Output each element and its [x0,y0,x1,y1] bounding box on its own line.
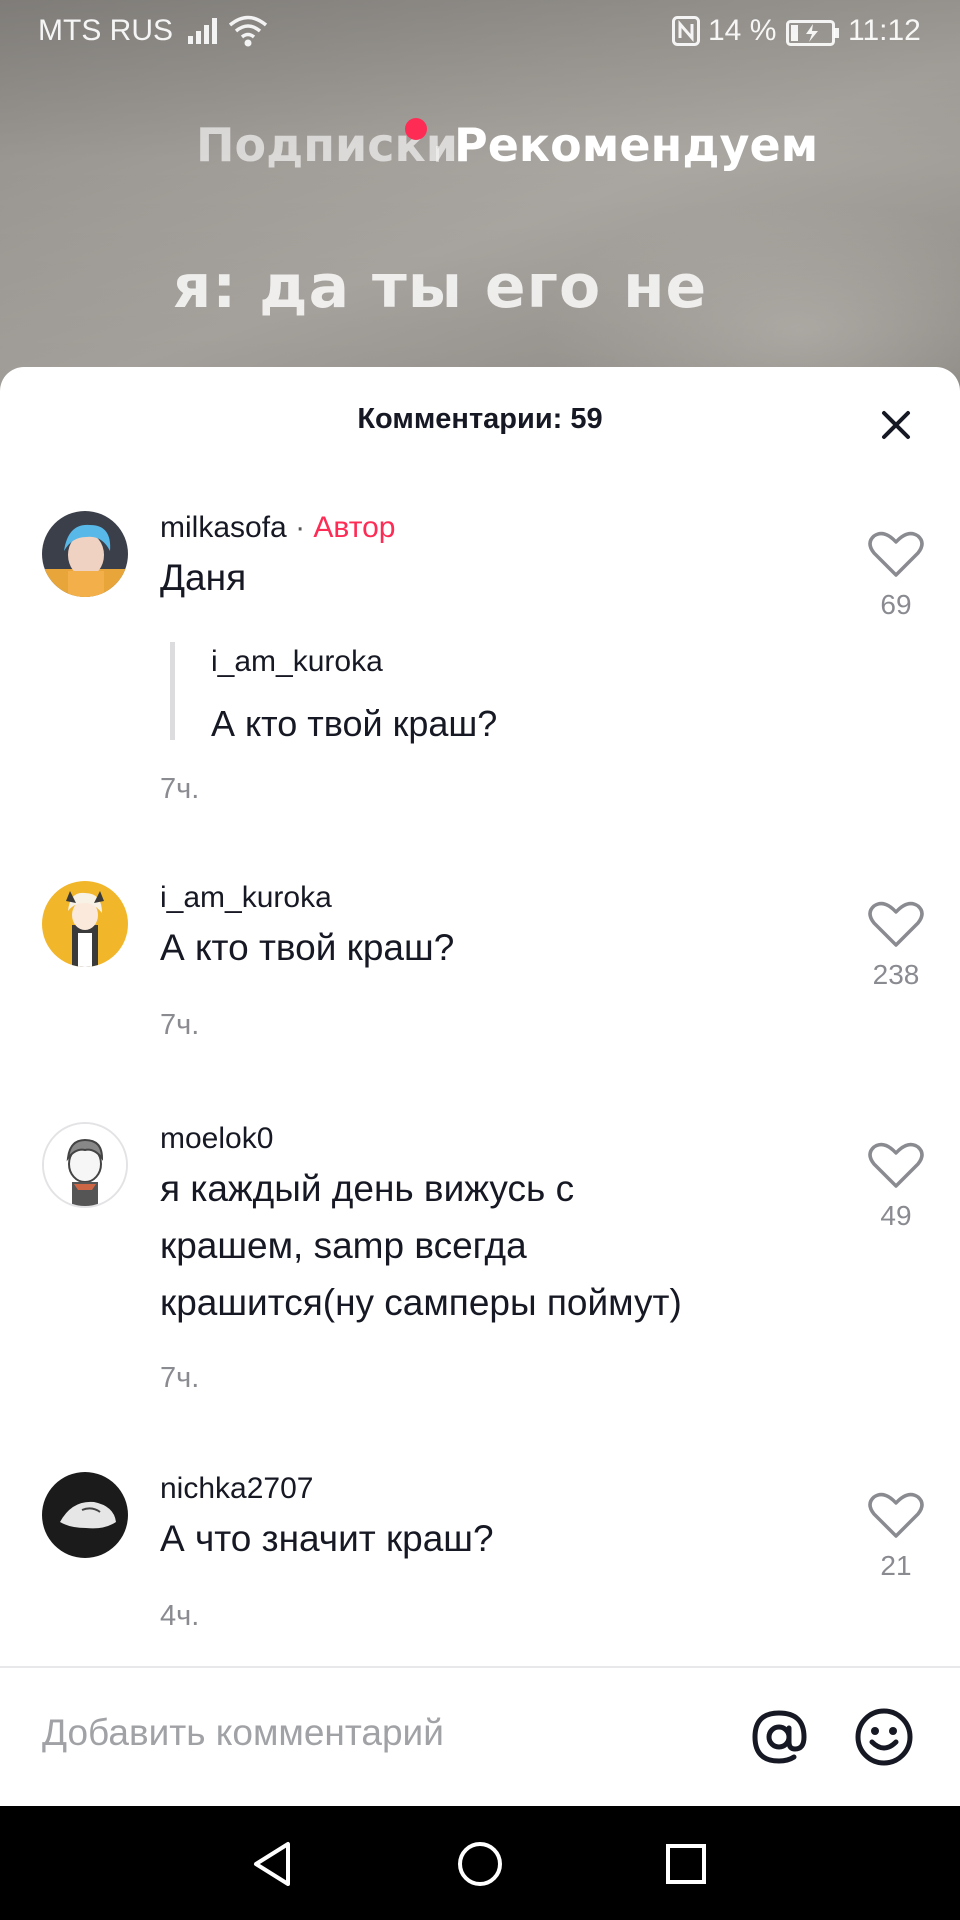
screen: я: да ты его не MTS RUS 14 % 11:12 Подпи… [0,0,960,1920]
battery-percent: 14 % [708,14,777,47]
clock: 11:12 [848,14,921,47]
comment-time: 7ч. [160,1362,200,1394]
comment-text: я каждый день вижусь с крашем, samp всег… [160,1168,682,1323]
comment-username[interactable]: i_am_kuroka [160,881,332,915]
like-button[interactable] [866,901,926,949]
like-button[interactable] [866,1492,926,1540]
comment-item[interactable]: milkasofa · Автор Даня i_am_kuroka А кто… [0,511,960,821]
comment-text: А что значит краш? [160,1518,494,1559]
heart-icon [868,901,924,947]
author-badge: Автор [313,511,396,544]
comment-text: А кто твой краш? [160,927,455,968]
system-nav-bar [0,1806,960,1920]
battery-charging-icon [786,20,840,54]
comments-sheet: Комментарии: 59 milkasofa · Автор Даня i… [0,367,960,1807]
at-sign-icon [752,1710,807,1764]
signal-icon [188,16,222,52]
close-button[interactable] [870,399,922,451]
heart-icon [868,531,924,577]
emoji-button[interactable] [853,1706,915,1768]
carrier-name: MTS RUS [38,14,173,47]
comment-item[interactable]: moelok0 я каждый день вижусь с крашем, s… [0,1122,960,1422]
feed-tabs: Подписки Рекомендуем [0,118,960,188]
like-button[interactable] [866,1142,926,1190]
avatar[interactable] [42,511,128,597]
comment-item[interactable]: nichka2707 А что значит краш? 4ч. 21 [0,1472,960,1672]
comment-username[interactable]: milkasofa · Автор [160,511,395,545]
like-count: 69 [880,589,912,620]
close-icon [882,411,910,439]
comment-input-bar: Добавить комментарий [0,1666,960,1806]
heart-icon [868,1142,924,1188]
comment-time: 7ч. [160,1009,200,1041]
status-bar: MTS RUS 14 % 11:12 [0,0,960,66]
tab-divider [436,146,439,162]
comment-username[interactable]: moelok0 [160,1122,273,1156]
reply-quote: i_am_kuroka А кто твой краш? [170,642,730,744]
nav-home-button[interactable] [454,1838,506,1890]
nfc-icon [672,16,700,54]
recents-square-icon [666,1844,706,1884]
emoji-icon [855,1708,913,1766]
comment-text: Даня [160,557,247,598]
heart-icon [868,1492,924,1538]
avatar[interactable] [42,881,128,967]
like-count: 238 [872,959,920,990]
comment-item[interactable]: i_am_kuroka А кто твой краш? 7ч. 238 [0,881,960,1081]
comment-input[interactable]: Добавить комментарий [42,1712,602,1762]
nav-recents-button[interactable] [660,1838,712,1890]
quoted-username: i_am_kuroka [211,645,383,678]
comment-time: 7ч. [160,773,200,805]
wifi-icon [228,14,268,56]
tab-for-you[interactable]: Рекомендуем [454,118,818,172]
avatar[interactable] [42,1122,128,1208]
comment-time: 4ч. [160,1600,200,1632]
like-count: 21 [880,1550,912,1581]
back-triangle-icon [254,1842,290,1886]
avatar[interactable] [42,1472,128,1558]
like-count: 49 [880,1200,912,1231]
comment-username[interactable]: nichka2707 [160,1472,313,1506]
mention-button[interactable] [748,1706,810,1768]
quoted-text: А кто твой краш? [211,703,498,744]
comments-title: Комментарии: 59 [357,403,603,435]
nav-back-button[interactable] [248,1838,300,1890]
notification-dot [405,118,427,140]
home-circle-icon [458,1842,502,1886]
like-button[interactable] [866,531,926,579]
video-caption: я: да ты его не [172,252,708,322]
